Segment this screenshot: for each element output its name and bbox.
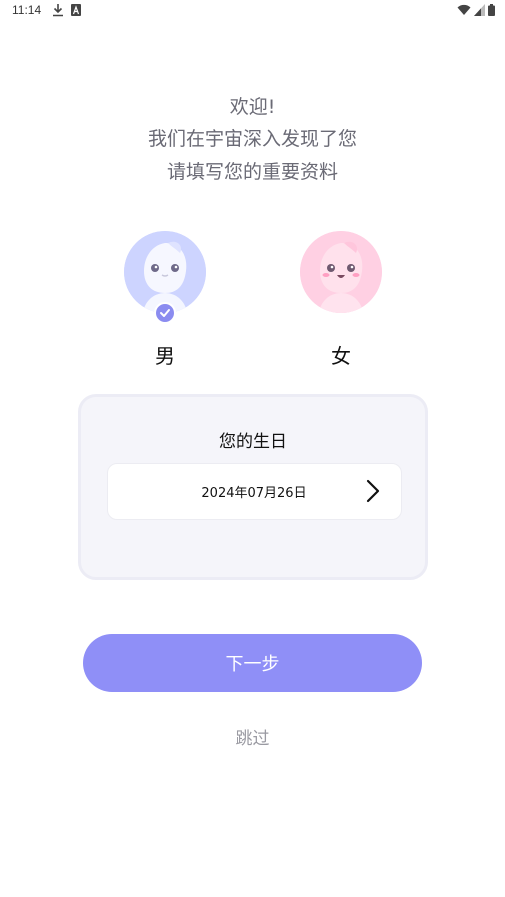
status-bar: 11:14: [0, 0, 505, 22]
battery-icon: [488, 4, 495, 16]
status-time: 11:14: [12, 3, 42, 17]
a-icon: [71, 4, 81, 16]
male-avatar[interactable]: [124, 231, 206, 313]
skip-link[interactable]: 跳过: [0, 724, 505, 749]
download-icon: [53, 4, 63, 17]
birthday-date-picker[interactable]: 2024年07月26日: [107, 463, 402, 520]
selected-check-icon: [154, 302, 176, 324]
female-avatar[interactable]: [300, 231, 382, 313]
birthday-date-value: 2024年07月26日: [201, 486, 307, 501]
birthday-card: 您的生日 2024年07月26日: [78, 394, 428, 580]
wifi-icon: [457, 4, 471, 15]
next-step-button[interactable]: 下一步: [83, 634, 422, 692]
welcome-line-3: 请填写您的重要资料: [166, 161, 338, 183]
female-character-icon: [300, 231, 382, 313]
chevron-right-icon: [366, 479, 380, 503]
male-character-icon: [124, 231, 206, 313]
gender-female-label[interactable]: 女: [300, 340, 382, 369]
welcome-line-2: 我们在宇宙深入发现了您: [147, 128, 357, 150]
birthday-title: 您的生日: [219, 432, 287, 452]
welcome-title: 欢迎!: [229, 96, 276, 118]
gender-male-label[interactable]: 男: [124, 340, 206, 369]
signal-icon: [474, 4, 485, 16]
